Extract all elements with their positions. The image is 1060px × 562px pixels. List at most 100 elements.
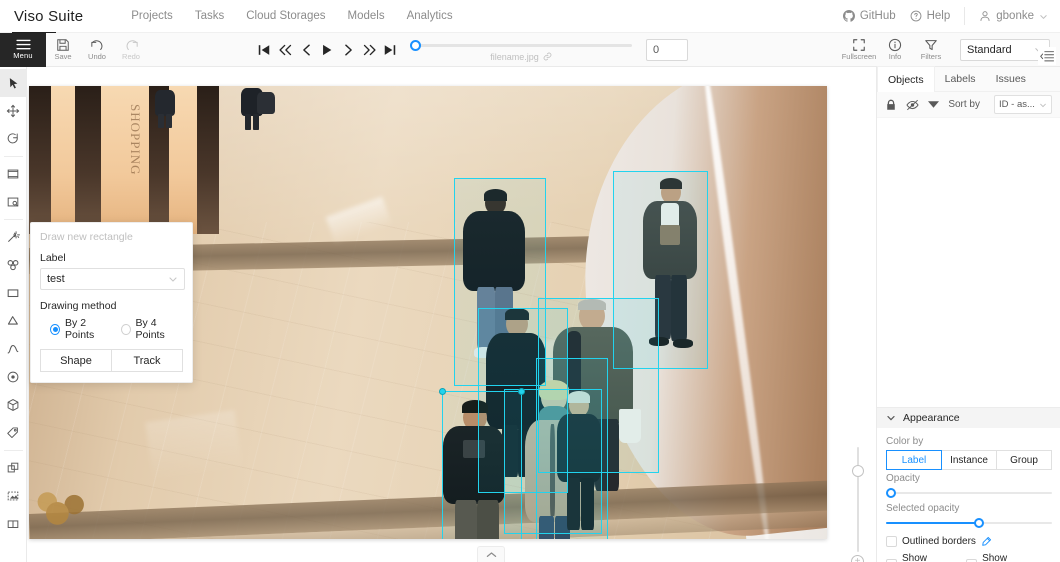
- selected-opacity-slider-handle[interactable]: [974, 518, 984, 528]
- menu-label: Menu: [13, 51, 33, 60]
- nav-item-cloud-storages[interactable]: Cloud Storages: [246, 0, 325, 33]
- selected-opacity-slider[interactable]: [886, 517, 1052, 530]
- back-many-button[interactable]: [275, 37, 295, 63]
- undo-button[interactable]: Undo: [80, 33, 114, 67]
- info-label: Info: [888, 52, 902, 61]
- radio-by-2-points[interactable]: By 2 Points: [50, 317, 113, 341]
- points-tool[interactable]: [0, 363, 27, 391]
- frame-slider-area: filename.jpg: [410, 35, 632, 65]
- fullscreen-label: Fullscreen: [841, 52, 877, 61]
- fit-tool[interactable]: [0, 160, 27, 188]
- move-tool[interactable]: [0, 97, 27, 125]
- radio-by-4-points[interactable]: By 4 Points: [120, 317, 184, 341]
- magic-wand-tool[interactable]: [0, 223, 27, 251]
- link-icon[interactable]: [543, 52, 552, 61]
- collapse-sidebar-icon[interactable]: [1038, 47, 1056, 65]
- opencv-tool[interactable]: [0, 251, 27, 279]
- zoom-slider-track[interactable]: [857, 447, 859, 552]
- rotate-tool[interactable]: [0, 125, 27, 153]
- polygon-tool[interactable]: [0, 307, 27, 335]
- filename-label: filename.jpg: [490, 51, 539, 62]
- outlined-borders-checkbox[interactable]: [886, 536, 897, 547]
- github-link[interactable]: GitHub: [842, 10, 896, 22]
- sort-direction-icon[interactable]: [928, 100, 939, 109]
- play-button[interactable]: [317, 37, 337, 63]
- objects-sidebar: Objects Labels Issues Sort by ID - as...: [876, 47, 1060, 562]
- color-by-label-button[interactable]: Label: [886, 450, 942, 470]
- outlined-borders-label: Outlined borders: [902, 536, 976, 547]
- resize-tool[interactable]: [0, 188, 27, 216]
- person-distant: [257, 92, 275, 122]
- frame-slider[interactable]: [410, 43, 632, 47]
- sort-by-value: ID - as...: [999, 99, 1035, 110]
- nav-item-models[interactable]: Models: [348, 0, 385, 33]
- help-label: Help: [926, 10, 951, 22]
- tab-issues[interactable]: Issues: [986, 66, 1036, 91]
- header-divider: [964, 7, 966, 25]
- zoom-slider-handle[interactable]: [852, 465, 864, 477]
- person-distant: [155, 86, 175, 128]
- fullscreen-button[interactable]: Fullscreen: [842, 33, 876, 67]
- fullscreen-icon: [852, 38, 866, 52]
- rail-divider: [3, 219, 23, 220]
- tag-tool[interactable]: [0, 419, 27, 447]
- annotation-canvas[interactable]: SHOPPING + Draw new rectangle Label test…: [27, 67, 876, 562]
- previous-frame-button[interactable]: [296, 37, 316, 63]
- zoom-in-icon[interactable]: +: [851, 555, 864, 562]
- redo-button[interactable]: Redo: [114, 33, 148, 67]
- show-bitmap-checkbox[interactable]: [886, 558, 897, 562]
- bottom-panel-toggle[interactable]: [477, 546, 505, 562]
- bitmap-projections-row: Show bitmap Show projections: [886, 553, 1052, 562]
- frame-number-input[interactable]: 0: [646, 38, 688, 61]
- shape-button[interactable]: Shape: [40, 349, 111, 372]
- opacity-slider-handle[interactable]: [886, 488, 896, 498]
- outlined-borders-row[interactable]: Outlined borders: [886, 536, 1052, 547]
- first-frame-button[interactable]: [254, 37, 274, 63]
- github-label: GitHub: [859, 10, 896, 22]
- forward-many-button[interactable]: [359, 37, 379, 63]
- merge-tool[interactable]: [0, 454, 27, 482]
- tab-objects[interactable]: Objects: [877, 66, 935, 92]
- next-frame-button[interactable]: [338, 37, 358, 63]
- last-frame-button[interactable]: [380, 37, 400, 63]
- info-button[interactable]: Info: [878, 33, 912, 67]
- split-tool[interactable]: [0, 482, 27, 510]
- sort-by-select[interactable]: ID - as...: [994, 95, 1052, 114]
- frame-slider-handle[interactable]: [410, 39, 421, 51]
- color-picker-icon[interactable]: [981, 536, 992, 547]
- user-menu[interactable]: gbonke: [979, 10, 1048, 22]
- label-select[interactable]: test: [40, 268, 185, 290]
- file-actions: Save Undo Redo: [46, 33, 148, 67]
- canvas-zoom-slider[interactable]: +: [851, 437, 865, 562]
- cursor-tool[interactable]: [0, 69, 27, 97]
- appearance-header[interactable]: Appearance: [877, 408, 1060, 428]
- workspace-select[interactable]: Standard: [960, 38, 1050, 61]
- tab-labels[interactable]: Labels: [935, 66, 986, 91]
- opacity-slider-track[interactable]: [886, 492, 1052, 494]
- menu-button[interactable]: Menu: [0, 32, 46, 67]
- filters-button[interactable]: Filters: [914, 33, 948, 67]
- header-actions: GitHub Help gbonke: [842, 7, 1060, 25]
- help-link[interactable]: Help: [910, 10, 951, 22]
- objects-list[interactable]: [877, 118, 1060, 401]
- draw-new-rectangle-popup[interactable]: Draw new rectangle Label test Drawing me…: [30, 222, 193, 383]
- show-projections-checkbox[interactable]: [966, 558, 978, 562]
- track-button[interactable]: Track: [111, 349, 183, 372]
- color-by-instance-button[interactable]: Instance: [942, 450, 997, 470]
- editor-toolbar: Menu Save Undo Redo filename.jpg 0 Fulls…: [0, 32, 1060, 67]
- save-button[interactable]: Save: [46, 33, 80, 67]
- opacity-slider[interactable]: [886, 487, 1052, 500]
- hidden-eye-icon[interactable]: [906, 99, 919, 111]
- color-by-group-button[interactable]: Group: [997, 450, 1052, 470]
- popup-buttons: Shape Track: [40, 349, 183, 372]
- lock-icon[interactable]: [885, 99, 897, 111]
- nav-item-projects[interactable]: Projects: [131, 0, 173, 33]
- nav-item-analytics[interactable]: Analytics: [407, 0, 453, 33]
- selected-opacity-slider-fill: [886, 522, 979, 524]
- group-tool[interactable]: [0, 510, 27, 538]
- rectangle-tool[interactable]: [0, 279, 27, 307]
- cuboid-tool[interactable]: [0, 391, 27, 419]
- nav-item-tasks[interactable]: Tasks: [195, 0, 224, 33]
- polyline-tool[interactable]: [0, 335, 27, 363]
- radio-dot-icon: [50, 323, 61, 335]
